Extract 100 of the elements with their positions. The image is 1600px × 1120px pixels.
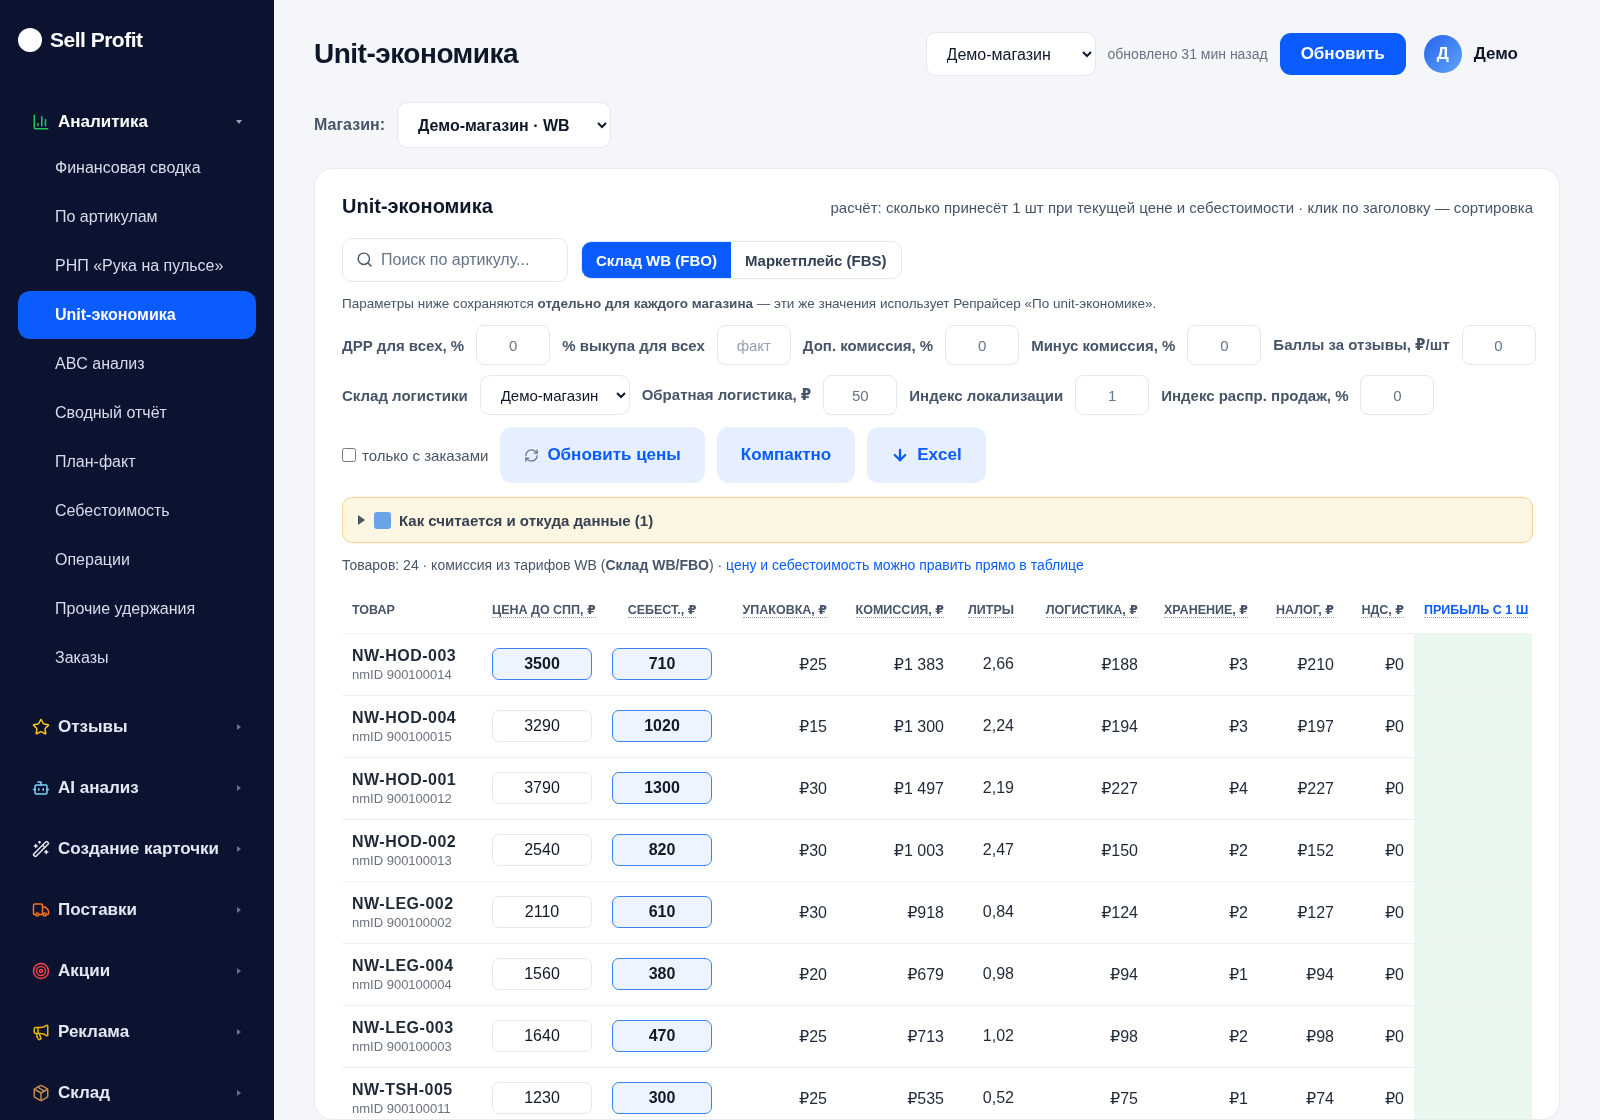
table-cell: 0,98 [954,943,1024,1005]
chart-icon [32,113,50,131]
sidebar-item[interactable]: Финансовая сводка [18,144,256,192]
menu-group[interactable]: Реклама [18,1001,256,1062]
menu-group[interactable]: Создание карточки [18,818,256,879]
value-field[interactable]: 3790 [492,772,592,804]
param-input[interactable]: 1 [1075,375,1150,415]
column-header[interactable]: ТОВАР [342,587,482,633]
caret-icon [236,119,242,125]
value-field[interactable]: 300 [612,1082,712,1114]
sidebar-item[interactable]: Сводный отчёт [18,389,256,437]
value-field[interactable]: 2110 [492,896,592,928]
value-field[interactable]: 3500 [492,648,592,680]
summary-text: Товаров: 24 · комиссия из тарифов WB (Склад WB/FBO) · цену и себестоимость можно править прямо в таблице [342,557,1085,573]
nmid-text: nmID 900100014 [352,666,453,682]
sidebar-item[interactable]: Unit-экономика [18,291,256,339]
param-input[interactable]: 0 [1360,375,1435,415]
sidebar-item[interactable]: По артикулам [18,193,256,241]
value-field[interactable]: 470 [612,1020,712,1052]
column-header[interactable]: ЛОГИСТИКА, ₽ [1024,587,1148,633]
column-header[interactable]: ЦЕНА ДО СПП, ₽ [482,587,602,633]
menu-group[interactable]: AI анализ [18,757,256,818]
param-input[interactable]: факт [716,325,791,365]
param-label: % выкупа для всех [562,336,705,354]
column-header[interactable]: УПАКОВКА, ₽ [722,587,837,633]
table-cell: ₽30 [722,819,837,881]
table-cell: ₽1 [1148,943,1258,1005]
param-label: Минус комиссия, % [1031,336,1176,354]
column-header[interactable]: СЕБЕСТ., ₽ [602,587,722,633]
table-cell: ₽227 [1258,757,1344,819]
disclosure-icon [357,515,366,525]
table-cell: ₽94 [1024,943,1148,1005]
value-field[interactable]: 610 [612,896,712,928]
param-input[interactable]: 0 [1461,325,1536,365]
param-input[interactable]: 0 [945,325,1020,365]
column-header[interactable]: НАЛОГ, ₽ [1258,587,1344,633]
param-select[interactable]: Демо-магазин [479,375,630,415]
value-field[interactable]: 1020 [612,710,712,742]
compact-button[interactable]: Компактно [716,427,856,483]
sku-text: NW-HOD-004 [352,708,458,727]
param-input[interactable]: 0 [476,325,551,365]
sidebar-item[interactable]: Операции [18,536,256,584]
value-field[interactable]: 3290 [492,710,592,742]
sidebar-item[interactable]: ABC анализ [18,340,256,388]
value-field[interactable]: 380 [612,958,712,990]
menu-group[interactable]: Склад [18,1062,256,1120]
edit-hint-link[interactable]: цену и себестоимость можно править прямо в таблице [726,557,1084,573]
star-icon [32,717,50,736]
column-header[interactable]: КОМИССИЯ, ₽ [837,587,954,633]
value-field[interactable]: 1560 [492,958,592,990]
table-cell: ₽25 [722,633,837,695]
store-select[interactable]: Демо-магазин · WB [396,102,611,148]
param-label: Доп. комиссия, % [802,336,934,354]
tab[interactable]: Склад WB (FBO) [582,242,731,278]
info-icon [374,511,391,529]
sidebar-item[interactable]: РНП «Рука на пульсе» [18,242,256,290]
details-toggle[interactable]: Как считается и откуда данные (1) [342,497,1533,543]
note-text: Параметры ниже сохраняются отдельно для каждого магазина — эти же значения использует Репрайсер «По unit-экономике». [342,296,1158,311]
nmid-text: nmID 900100015 [352,728,453,744]
exchange-icon [524,447,540,463]
param-input[interactable]: 0 [1187,325,1262,365]
sidebar-item[interactable]: Прочие удержания [18,585,256,633]
sidebar-item[interactable]: Заказы [18,634,256,682]
param-label: Баллы за отзывы, ₽/шт [1273,336,1450,354]
value-field[interactable]: 820 [612,834,712,866]
refresh-button[interactable]: Обновить [1279,33,1406,75]
value-field[interactable]: 1640 [492,1020,592,1052]
sidebar-item[interactable]: Себестоимость [18,487,256,535]
menu-group[interactable]: Поставки [18,879,256,940]
value-field[interactable]: 1230 [492,1082,592,1114]
column-header[interactable]: ПРИБЫЛЬ С 1 Ш [1414,587,1532,633]
value-field[interactable]: 2540 [492,834,592,866]
column-header[interactable]: ЛИТРЫ [954,587,1024,633]
update-prices-button[interactable]: Обновить цены [500,427,705,483]
hint-text: расчёт: сколько принесёт 1 шт при текущей цене и себестоимости · клик по заголовку — сортировка [830,199,1533,216]
param-input[interactable]: 50 [823,375,898,415]
param-label: Обратная логистика, ₽ [641,386,812,404]
checkbox[interactable] [342,448,356,462]
search-field[interactable]: Поиск по артикулу... [342,238,568,282]
page-title: Unit-экономика [314,38,520,70]
menu-group[interactable]: Аналитика [18,100,256,144]
caret-icon [236,1089,242,1096]
table-cell: ₽2 [1148,819,1258,881]
table-cell: ₽188 [1024,633,1148,695]
menu-group[interactable]: Акции [18,940,256,1001]
sidebar-item[interactable]: План-факт [18,438,256,486]
nmid-text: nmID 900100011 [352,1100,452,1116]
menu-group[interactable]: Отзывы [18,696,256,757]
target-icon [32,961,50,980]
store-select[interactable]: Демо-магазин [925,32,1096,76]
nmid-text: nmID 900100012 [352,790,453,806]
table-cell: ₽20 [722,943,837,1005]
caret-icon [236,906,242,913]
value-field[interactable]: 710 [612,648,712,680]
sku-text: NW-LEG-002 [352,894,455,913]
sku-text: NW-LEG-003 [352,1018,455,1037]
column-header[interactable]: ХРАНЕНИЕ, ₽ [1148,587,1258,633]
value-field[interactable]: 1300 [612,772,712,804]
excel-button[interactable]: Excel [867,427,986,483]
column-header[interactable]: НДС, ₽ [1344,587,1414,633]
